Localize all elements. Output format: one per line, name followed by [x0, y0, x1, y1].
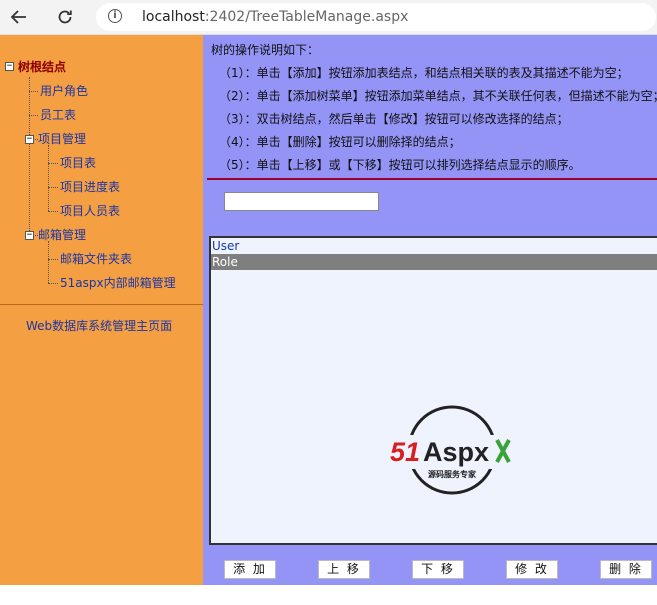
tree-line	[48, 163, 58, 164]
tree-node-user-role[interactable]: 用户角色	[40, 82, 88, 100]
back-arrow-icon	[10, 10, 26, 24]
instructions-title: 树的操作说明如下：	[211, 43, 320, 57]
svg-text:Aspx: Aspx	[423, 437, 489, 467]
instruction-line: （4）：单击【删除】按钮可以删除择的结点；	[219, 135, 461, 149]
table-listbox[interactable]: User Role 51 Aspx 源码服务专家	[209, 236, 657, 545]
instruction-line: （2）：单击【添加树菜单】按钮添加菜单结点，其不关联任何表，但描述不能为空；	[219, 89, 657, 103]
instruction-line: （1）：单击【添加】按钮添加表结点，和结点相关联的表及其描述不能为空；	[219, 66, 629, 80]
tree-line	[48, 283, 58, 284]
tree-node-mail-mgmt[interactable]: 邮箱管理	[38, 226, 86, 244]
delete-button[interactable]: 删 除	[600, 560, 652, 579]
edit-button[interactable]: 修 改	[506, 560, 558, 579]
tree-line	[29, 115, 38, 116]
tree-line	[48, 211, 58, 212]
browser-toolbar: i localhost:2402/TreeTableManage.aspx	[0, 0, 657, 35]
svg-text:51: 51	[390, 437, 420, 467]
list-item[interactable]: User	[211, 238, 657, 254]
url-text: localhost:2402/TreeTableManage.aspx	[142, 9, 409, 25]
51aspx-logo: 51 Aspx 源码服务专家	[387, 403, 517, 503]
move-down-button[interactable]: 下 移	[412, 560, 464, 579]
node-name-input[interactable]	[224, 192, 379, 211]
collapse-project-icon[interactable]: −	[25, 135, 34, 144]
home-page-link[interactable]: Web数据库系统管理主页面	[26, 317, 172, 334]
tree-line	[48, 145, 49, 211]
site-info-icon[interactable]: i	[108, 9, 122, 23]
tree-panel: − − − 树根结点 用户角色 员工表 项目管理 项目表 项目进度表 项目人员表…	[0, 35, 203, 585]
manage-panel: 树的操作说明如下： （1）：单击【添加】按钮添加表结点，和结点相关联的表及其描述…	[203, 35, 657, 585]
tree-line	[29, 77, 30, 235]
divider	[207, 178, 657, 180]
instruction-line: （5）：单击【上移】或【下移】按钮可以排列选择结点显示的顺序。	[219, 158, 581, 172]
tree-line	[48, 241, 49, 283]
instruction-line: （3）：双击树结点，然后单击【修改】按钮可以修改选择的结点；	[219, 112, 569, 126]
divider	[0, 304, 203, 305]
move-up-button[interactable]: 上 移	[318, 560, 370, 579]
address-bar[interactable]: i localhost:2402/TreeTableManage.aspx	[96, 3, 656, 31]
tree-node-project-progress[interactable]: 项目进度表	[60, 178, 120, 196]
tree-node-internal-mail[interactable]: 51aspx内部邮箱管理	[60, 274, 176, 292]
tree-line	[48, 259, 58, 260]
back-button[interactable]	[6, 5, 32, 29]
tree-root-node[interactable]: 树根结点	[18, 58, 66, 76]
svg-text:源码服务专家: 源码服务专家	[428, 469, 477, 479]
reload-icon	[58, 10, 72, 24]
tree-line	[48, 187, 58, 188]
tree-node-mail-folder[interactable]: 邮箱文件夹表	[60, 250, 132, 268]
collapse-root-icon[interactable]: −	[5, 62, 14, 71]
reload-button[interactable]	[52, 5, 78, 29]
tree-node-project-mgmt[interactable]: 项目管理	[38, 130, 86, 148]
collapse-mail-icon[interactable]: −	[25, 231, 34, 240]
tree-node-project-staff[interactable]: 项目人员表	[60, 202, 120, 220]
tree-node-project-table[interactable]: 项目表	[60, 154, 96, 172]
add-button[interactable]: 添 加	[224, 560, 276, 579]
tree-node-employee[interactable]: 员工表	[40, 106, 76, 124]
list-item-selected[interactable]: Role	[211, 254, 657, 270]
tree-line	[29, 91, 38, 92]
